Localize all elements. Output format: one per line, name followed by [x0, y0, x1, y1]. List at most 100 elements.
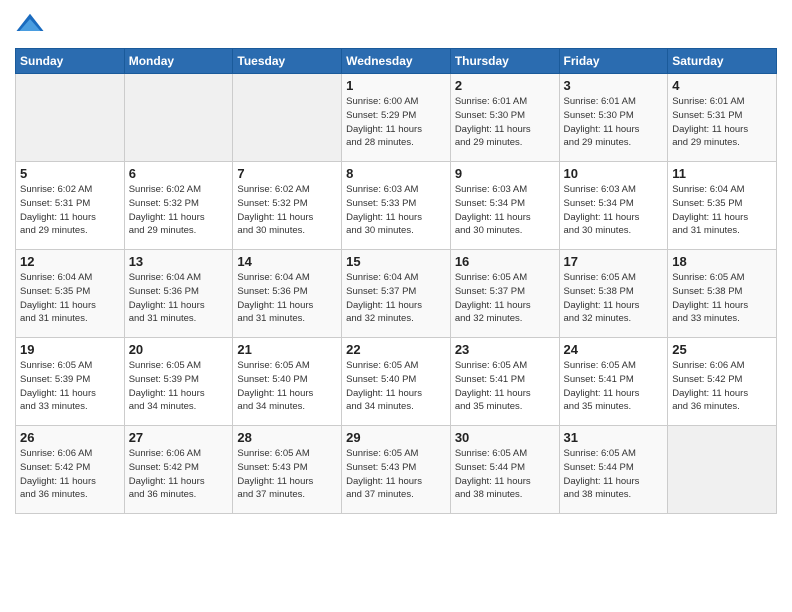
day-info: Sunrise: 6:05 AM Sunset: 5:40 PM Dayligh… — [346, 359, 446, 414]
day-info: Sunrise: 6:05 AM Sunset: 5:39 PM Dayligh… — [129, 359, 229, 414]
calendar-day-cell: 14 Sunrise: 6:04 AM Sunset: 5:36 PM Dayli… — [233, 250, 342, 338]
day-number: 19 — [20, 342, 120, 357]
day-number: 13 — [129, 254, 229, 269]
day-number: 22 — [346, 342, 446, 357]
day-info: Sunrise: 6:05 AM Sunset: 5:43 PM Dayligh… — [346, 447, 446, 502]
day-number: 5 — [20, 166, 120, 181]
calendar-week-row: 1Sunrise: 6:00 AM Sunset: 5:29 PM Daylig… — [16, 74, 777, 162]
day-number: 27 — [129, 430, 229, 445]
day-info: Sunrise: 6:05 AM Sunset: 5:41 PM Dayligh… — [564, 359, 664, 414]
day-info: Sunrise: 6:05 AM Sunset: 5:38 PM Dayligh… — [672, 271, 772, 326]
day-number: 24 — [564, 342, 664, 357]
day-info: Sunrise: 6:05 AM Sunset: 5:39 PM Dayligh… — [20, 359, 120, 414]
day-info: Sunrise: 6:05 AM Sunset: 5:44 PM Dayligh… — [564, 447, 664, 502]
day-info: Sunrise: 6:06 AM Sunset: 5:42 PM Dayligh… — [20, 447, 120, 502]
day-number: 16 — [455, 254, 555, 269]
calendar-day-cell: 15 Sunrise: 6:04 AM Sunset: 5:37 PM Dayli… — [342, 250, 451, 338]
day-info: Sunrise: 6:03 AM Sunset: 5:34 PM Dayligh… — [564, 183, 664, 238]
day-number: 6 — [129, 166, 229, 181]
calendar-day-cell: 5 Sunrise: 6:02 AM Sunset: 5:31 PM Daylig… — [16, 162, 125, 250]
page-header — [15, 10, 777, 40]
day-number: 9 — [455, 166, 555, 181]
calendar-day-cell: 19 Sunrise: 6:05 AM Sunset: 5:39 PM Dayli… — [16, 338, 125, 426]
day-info: Sunrise: 6:05 AM Sunset: 5:38 PM Dayligh… — [564, 271, 664, 326]
day-number: 7 — [237, 166, 337, 181]
calendar-day-cell: 27 Sunrise: 6:06 AM Sunset: 5:42 PM Dayli… — [124, 426, 233, 514]
day-info: Sunrise: 6:06 AM Sunset: 5:42 PM Dayligh… — [672, 359, 772, 414]
day-number: 26 — [20, 430, 120, 445]
day-number: 18 — [672, 254, 772, 269]
day-info: Sunrise: 6:02 AM Sunset: 5:32 PM Dayligh… — [129, 183, 229, 238]
day-info: Sunrise: 6:01 AM Sunset: 5:30 PM Dayligh… — [564, 95, 664, 150]
day-number: 12 — [20, 254, 120, 269]
calendar-day-cell: 16 Sunrise: 6:05 AM Sunset: 5:37 PM Dayli… — [450, 250, 559, 338]
day-number: 31 — [564, 430, 664, 445]
day-info: Sunrise: 6:01 AM Sunset: 5:30 PM Dayligh… — [455, 95, 555, 150]
day-number: 3 — [564, 78, 664, 93]
day-of-week-header: Saturday — [668, 49, 777, 74]
calendar-day-cell — [233, 74, 342, 162]
day-number: 4 — [672, 78, 772, 93]
day-info: Sunrise: 6:04 AM Sunset: 5:35 PM Dayligh… — [20, 271, 120, 326]
day-info: Sunrise: 6:02 AM Sunset: 5:32 PM Dayligh… — [237, 183, 337, 238]
day-number: 30 — [455, 430, 555, 445]
day-info: Sunrise: 6:03 AM Sunset: 5:34 PM Dayligh… — [455, 183, 555, 238]
day-of-week-header: Friday — [559, 49, 668, 74]
day-of-week-header: Thursday — [450, 49, 559, 74]
calendar-week-row: 19 Sunrise: 6:05 AM Sunset: 5:39 PM Dayli… — [16, 338, 777, 426]
calendar-day-cell: 29 Sunrise: 6:05 AM Sunset: 5:43 PM Dayli… — [342, 426, 451, 514]
day-number: 20 — [129, 342, 229, 357]
calendar-day-cell: 24 Sunrise: 6:05 AM Sunset: 5:41 PM Dayli… — [559, 338, 668, 426]
calendar-day-cell: 18 Sunrise: 6:05 AM Sunset: 5:38 PM Dayli… — [668, 250, 777, 338]
day-info: Sunrise: 6:05 AM Sunset: 5:37 PM Dayligh… — [455, 271, 555, 326]
calendar-week-row: 5 Sunrise: 6:02 AM Sunset: 5:31 PM Daylig… — [16, 162, 777, 250]
calendar-day-cell: 1Sunrise: 6:00 AM Sunset: 5:29 PM Daylig… — [342, 74, 451, 162]
calendar-day-cell: 22 Sunrise: 6:05 AM Sunset: 5:40 PM Dayli… — [342, 338, 451, 426]
day-number: 21 — [237, 342, 337, 357]
calendar-day-cell: 31 Sunrise: 6:05 AM Sunset: 5:44 PM Dayli… — [559, 426, 668, 514]
calendar-day-cell: 12 Sunrise: 6:04 AM Sunset: 5:35 PM Dayli… — [16, 250, 125, 338]
day-of-week-header: Sunday — [16, 49, 125, 74]
day-number: 8 — [346, 166, 446, 181]
day-number: 11 — [672, 166, 772, 181]
calendar-day-cell: 3 Sunrise: 6:01 AM Sunset: 5:30 PM Daylig… — [559, 74, 668, 162]
calendar-header-row: SundayMondayTuesdayWednesdayThursdayFrid… — [16, 49, 777, 74]
calendar-week-row: 12 Sunrise: 6:04 AM Sunset: 5:35 PM Dayli… — [16, 250, 777, 338]
calendar-day-cell: 28Sunrise: 6:05 AM Sunset: 5:43 PM Dayli… — [233, 426, 342, 514]
day-number: 17 — [564, 254, 664, 269]
calendar-day-cell: 10 Sunrise: 6:03 AM Sunset: 5:34 PM Dayli… — [559, 162, 668, 250]
day-number: 15 — [346, 254, 446, 269]
day-number: 14 — [237, 254, 337, 269]
day-info: Sunrise: 6:06 AM Sunset: 5:42 PM Dayligh… — [129, 447, 229, 502]
day-info: Sunrise: 6:03 AM Sunset: 5:33 PM Dayligh… — [346, 183, 446, 238]
calendar-day-cell: 25 Sunrise: 6:06 AM Sunset: 5:42 PM Dayli… — [668, 338, 777, 426]
calendar-day-cell: 20 Sunrise: 6:05 AM Sunset: 5:39 PM Dayli… — [124, 338, 233, 426]
day-info: Sunrise: 6:04 AM Sunset: 5:37 PM Dayligh… — [346, 271, 446, 326]
calendar-week-row: 26 Sunrise: 6:06 AM Sunset: 5:42 PM Dayli… — [16, 426, 777, 514]
calendar-day-cell — [124, 74, 233, 162]
calendar-day-cell: 9 Sunrise: 6:03 AM Sunset: 5:34 PM Daylig… — [450, 162, 559, 250]
calendar-day-cell — [16, 74, 125, 162]
day-info: Sunrise: 6:05 AM Sunset: 5:40 PM Dayligh… — [237, 359, 337, 414]
day-info: Sunrise: 6:05 AM Sunset: 5:43 PM Dayligh… — [237, 447, 337, 502]
day-info: Sunrise: 6:02 AM Sunset: 5:31 PM Dayligh… — [20, 183, 120, 238]
day-info: Sunrise: 6:04 AM Sunset: 5:36 PM Dayligh… — [129, 271, 229, 326]
calendar-day-cell: 26 Sunrise: 6:06 AM Sunset: 5:42 PM Dayli… — [16, 426, 125, 514]
calendar-day-cell: 11Sunrise: 6:04 AM Sunset: 5:35 PM Dayli… — [668, 162, 777, 250]
day-of-week-header: Wednesday — [342, 49, 451, 74]
logo-icon — [15, 10, 45, 40]
day-info: Sunrise: 6:04 AM Sunset: 5:36 PM Dayligh… — [237, 271, 337, 326]
day-number: 29 — [346, 430, 446, 445]
calendar-day-cell: 13 Sunrise: 6:04 AM Sunset: 5:36 PM Dayli… — [124, 250, 233, 338]
calendar-day-cell: 23Sunrise: 6:05 AM Sunset: 5:41 PM Dayli… — [450, 338, 559, 426]
day-number: 25 — [672, 342, 772, 357]
calendar-table: SundayMondayTuesdayWednesdayThursdayFrid… — [15, 48, 777, 514]
day-number: 10 — [564, 166, 664, 181]
calendar-day-cell: 21 Sunrise: 6:05 AM Sunset: 5:40 PM Dayli… — [233, 338, 342, 426]
day-info: Sunrise: 6:05 AM Sunset: 5:41 PM Dayligh… — [455, 359, 555, 414]
calendar-day-cell: 6 Sunrise: 6:02 AM Sunset: 5:32 PM Daylig… — [124, 162, 233, 250]
day-info: Sunrise: 6:01 AM Sunset: 5:31 PM Dayligh… — [672, 95, 772, 150]
calendar-day-cell: 7 Sunrise: 6:02 AM Sunset: 5:32 PM Daylig… — [233, 162, 342, 250]
calendar-day-cell: 30Sunrise: 6:05 AM Sunset: 5:44 PM Dayli… — [450, 426, 559, 514]
calendar-day-cell — [668, 426, 777, 514]
